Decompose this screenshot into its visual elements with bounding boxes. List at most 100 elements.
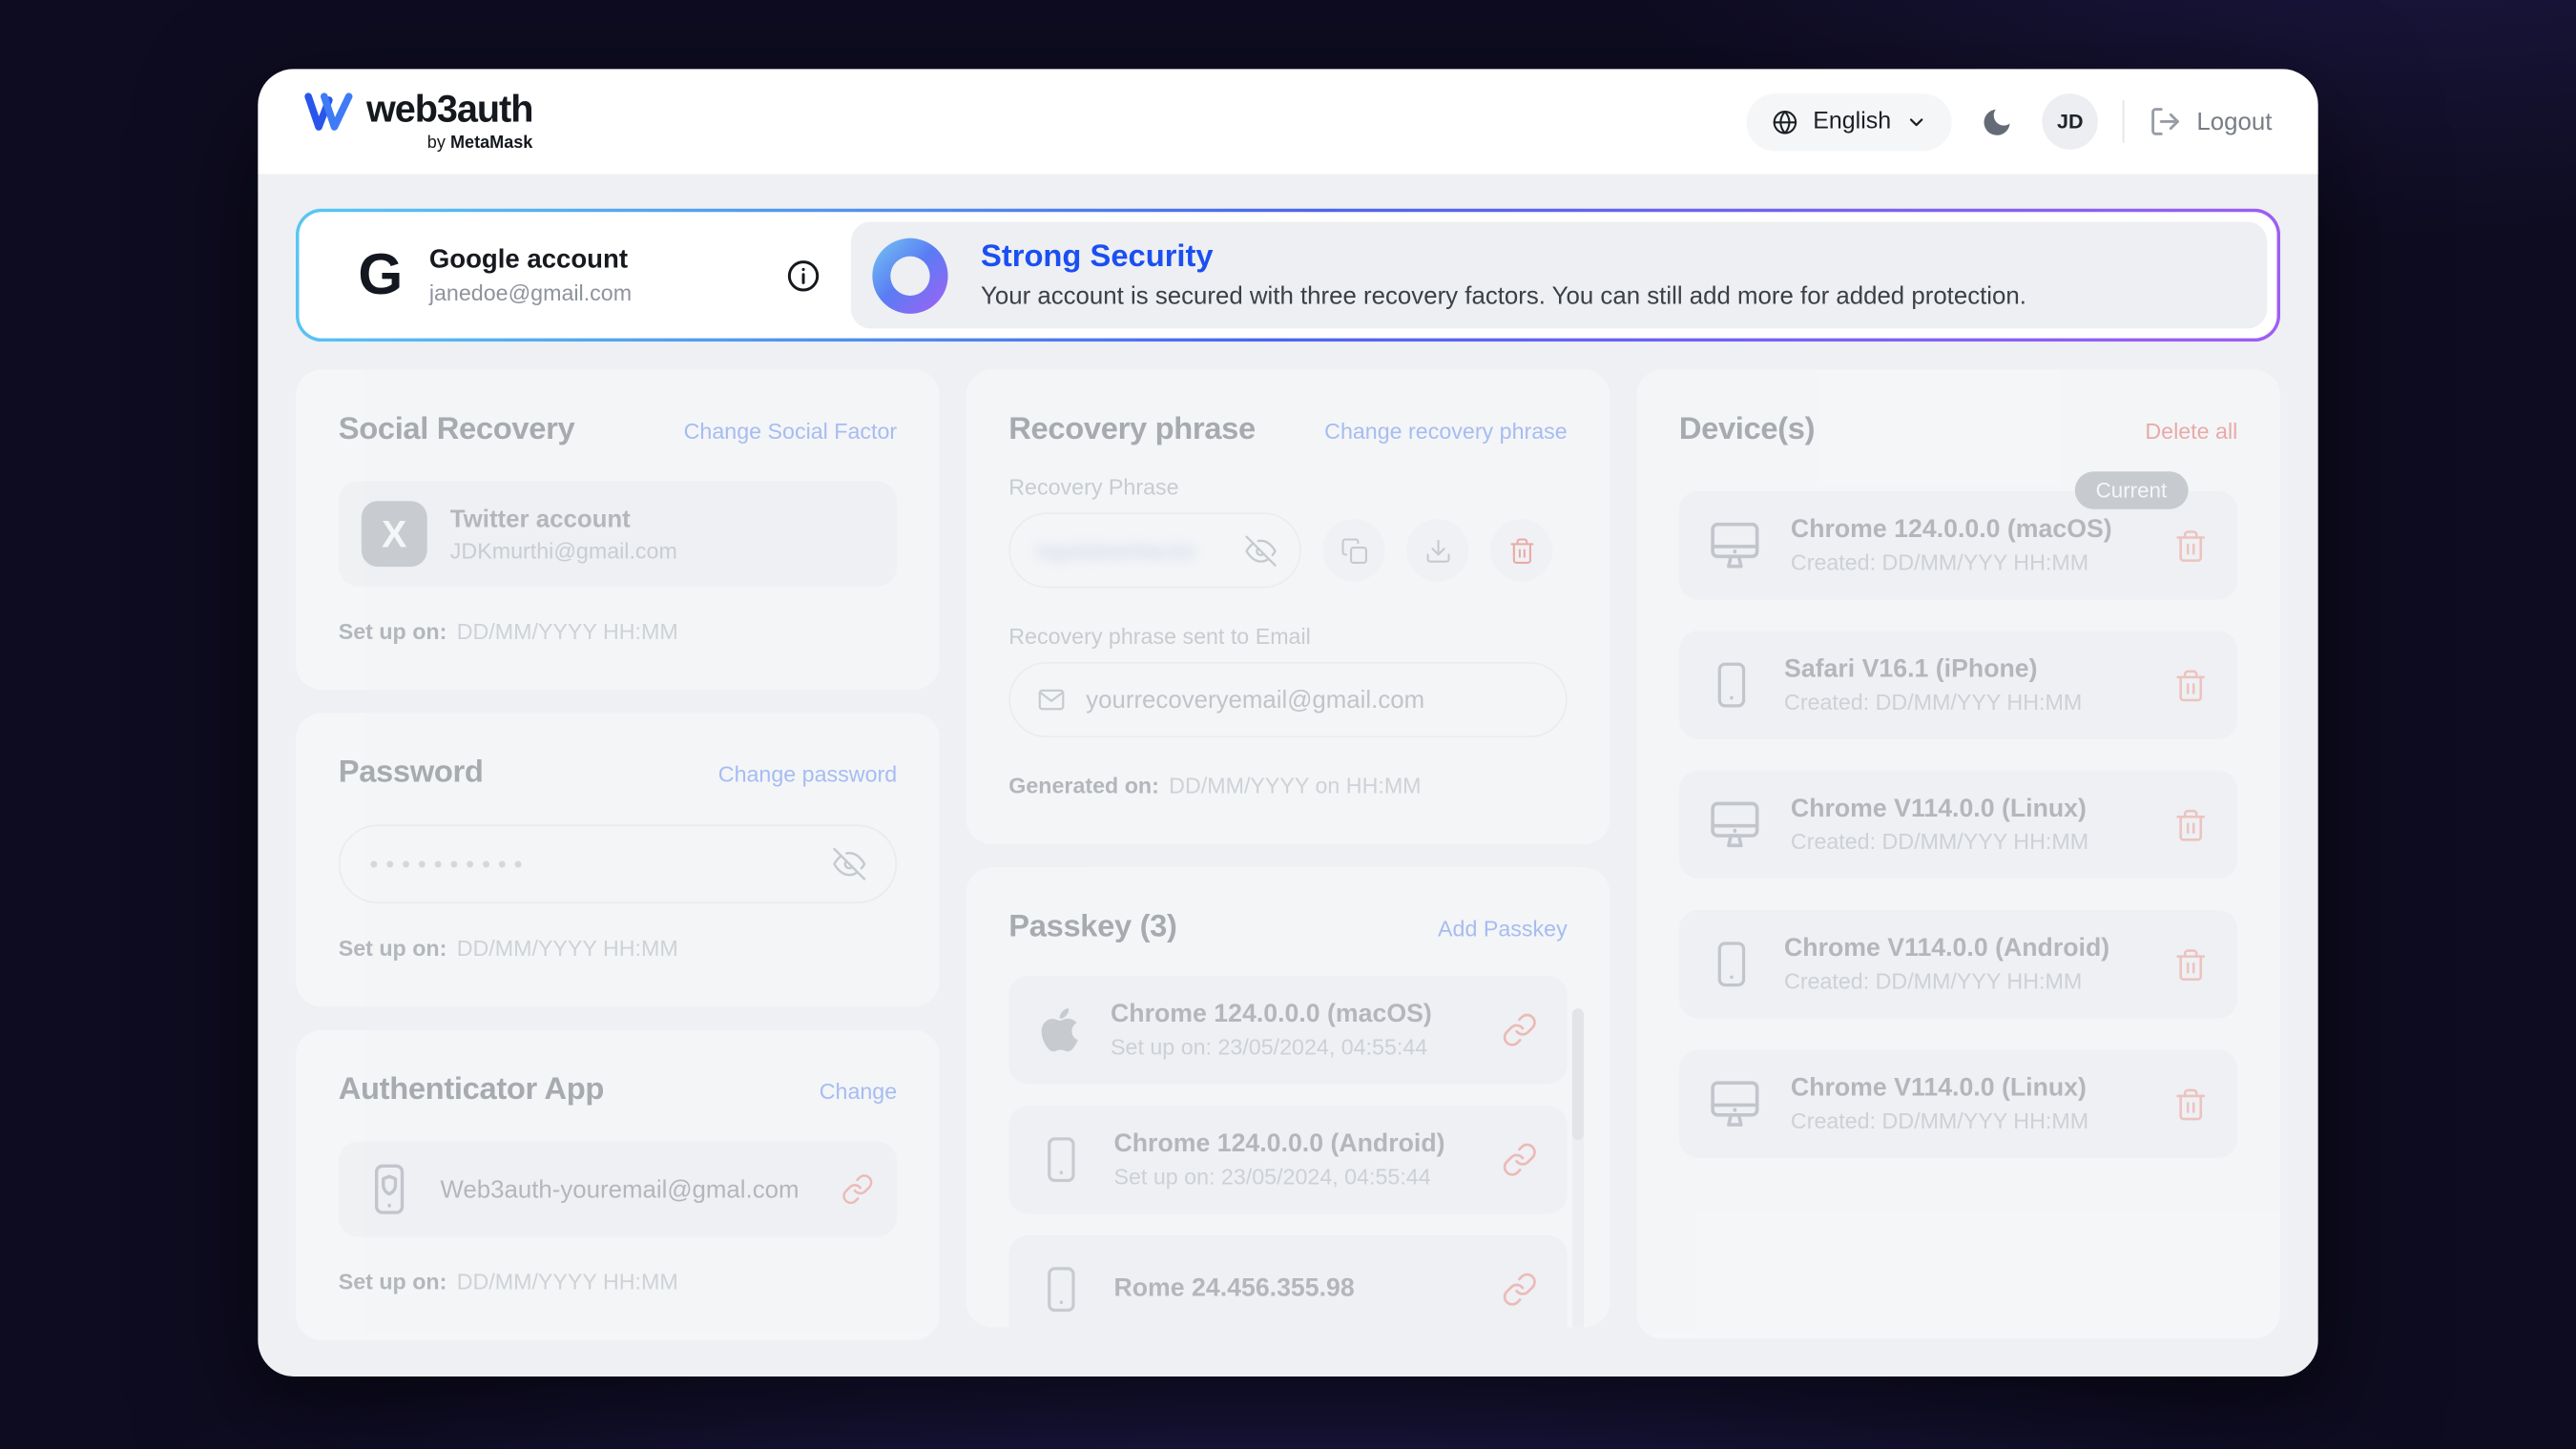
device-name: Chrome V114.0.0 (Linux) <box>1791 795 2088 824</box>
trash-icon <box>2173 668 2208 702</box>
passkey-card: Passkey (3) Add Passkey Chrome 124.0.0.0… <box>966 867 1610 1327</box>
unlink-passkey-button[interactable] <box>1502 1272 1538 1308</box>
app-window: web3auth by MetaMask English JD Logout <box>258 69 2317 1377</box>
change-recovery-phrase-link[interactable]: Change recovery phrase <box>1324 418 1568 443</box>
security-status-description: Your account is secured with three recov… <box>981 282 2026 310</box>
passkey-scrollbar-thumb[interactable] <box>1572 1008 1584 1140</box>
info-button[interactable] <box>785 257 821 293</box>
device-list-item: Current Chrome 124.0.0.0 (macOS) Created… <box>1679 491 2237 600</box>
trash-icon <box>2173 528 2208 563</box>
unlink-authenticator-button[interactable] <box>841 1172 874 1205</box>
info-icon <box>785 257 821 293</box>
smartphone-icon <box>1035 1263 1088 1315</box>
logout-icon <box>2149 105 2181 137</box>
authenticator-card: Authenticator App Change Web3auth-yourem… <box>296 1030 940 1340</box>
add-passkey-link[interactable]: Add Passkey <box>1438 916 1568 941</box>
moon-icon <box>1980 104 2014 138</box>
logout-label: Logout <box>2196 108 2272 135</box>
delete-device-button[interactable] <box>2173 528 2208 563</box>
header-divider <box>2123 100 2125 143</box>
security-status-title: Strong Security <box>981 239 2026 276</box>
passkey-setup-date: Set up on: 23/05/2024, 04:55:44 <box>1113 1165 1444 1190</box>
avatar[interactable]: JD <box>2043 93 2099 150</box>
authenticator-account-tile: Web3auth-youremail@gmal.com <box>339 1142 897 1237</box>
change-password-link[interactable]: Change password <box>718 761 897 786</box>
device-name: Chrome V114.0.0 (Android) <box>1784 935 2109 964</box>
download-phrase-button[interactable] <box>1406 519 1468 581</box>
social-recovery-title: Social Recovery <box>339 412 575 448</box>
delete-device-button[interactable] <box>2173 668 2208 702</box>
smartphone-icon <box>1705 658 1757 711</box>
device-created-date: Created: DD/MM/YYY HH:MM <box>1784 690 2082 714</box>
recovery-phrase-field[interactable]: hqzkdnel4wJsiwq <box>1008 512 1301 588</box>
logo-brand-text: web3auth <box>366 91 532 129</box>
account-email: janedoe@gmail.com <box>429 280 632 305</box>
passkey-name: Chrome 124.0.0.0 (Android) <box>1113 1130 1444 1160</box>
dark-mode-toggle[interactable] <box>1980 104 2014 138</box>
device-name: Chrome 124.0.0.0 (macOS) <box>1791 516 2112 546</box>
unlink-passkey-button[interactable] <box>1502 1142 1538 1178</box>
twitter-x-icon: X <box>362 501 427 567</box>
delete-device-button[interactable] <box>2173 807 2208 841</box>
security-status-panel: Strong Security Your account is secured … <box>851 221 2267 328</box>
logout-button[interactable]: Logout <box>2149 105 2272 137</box>
password-card: Password Change password •••••••••• Set … <box>296 713 940 1006</box>
recovery-phrase-card: Recovery phrase Change recovery phrase R… <box>966 369 1610 844</box>
recovery-email-field[interactable]: yourrecoveryemail@gmail.com <box>1008 662 1567 737</box>
password-field[interactable]: •••••••••• <box>339 824 897 903</box>
authenticator-account-email: Web3auth-youremail@gmal.com <box>440 1175 799 1203</box>
factors-grid: Social Recovery Change Social Factor X T… <box>296 369 2280 1340</box>
device-created-date: Created: DD/MM/YYY HH:MM <box>1791 550 2112 575</box>
device-list-item: Safari V16.1 (iPhone) Created: DD/MM/YYY… <box>1679 631 2237 739</box>
recovery-phrase-row: hqzkdnel4wJsiwq <box>1008 512 1567 588</box>
apple-icon <box>1035 1005 1085 1055</box>
smartphone-icon <box>1035 1133 1088 1186</box>
web3auth-logo: web3auth by MetaMask <box>304 91 533 153</box>
trash-icon <box>2173 1087 2208 1121</box>
smartphone-icon <box>1705 938 1757 990</box>
link-icon <box>1502 1142 1538 1178</box>
link-icon <box>1502 1272 1538 1308</box>
device-created-date: Created: DD/MM/YYY HH:MM <box>1791 830 2088 855</box>
devices-card: Device(s) Delete all Current Chrome 124.… <box>1636 369 2280 1338</box>
copy-phrase-button[interactable] <box>1322 519 1384 581</box>
desktop-icon <box>1705 1074 1764 1133</box>
delete-device-button[interactable] <box>2173 947 2208 982</box>
link-icon <box>1502 1012 1538 1048</box>
unlink-passkey-button[interactable] <box>1502 1012 1538 1048</box>
web3auth-logo-icon <box>304 91 354 141</box>
trash-icon <box>1507 536 1535 564</box>
delete-device-button[interactable] <box>2173 1087 2208 1121</box>
copy-icon <box>1340 536 1367 564</box>
right-column: Device(s) Delete all Current Chrome 124.… <box>1636 369 2280 1338</box>
device-name: Chrome V114.0.0 (Linux) <box>1791 1074 2088 1104</box>
authenticator-setup-row: Set up on:DD/MM/YYYY HH:MM <box>339 1270 897 1294</box>
app-header: web3auth by MetaMask English JD Logout <box>258 69 2317 174</box>
passkey-list-item: Chrome 124.0.0.0 (Android) Set up on: 23… <box>1008 1106 1567 1214</box>
twitter-account-tile: X Twitter account JDKmurthi@gmail.com <box>339 482 897 587</box>
delete-phrase-button[interactable] <box>1490 519 1552 581</box>
passkey-list: Chrome 124.0.0.0 (macOS) Set up on: 23/0… <box>1008 976 1567 1327</box>
toggle-password-visibility-button[interactable] <box>833 848 865 880</box>
language-selector[interactable]: English <box>1746 93 1952 150</box>
current-badge: Current <box>2074 471 2188 509</box>
desktop-icon <box>1705 795 1764 854</box>
device-created-date: Created: DD/MM/YYY HH:MM <box>1791 1108 2088 1133</box>
logo-byline: by MetaMask <box>427 133 533 153</box>
app-body: G Google account janedoe@gmail.com Stron… <box>258 175 2317 1341</box>
left-column: Social Recovery Change Social Factor X T… <box>296 369 940 1340</box>
twitter-account-email: JDKmurthi@gmail.com <box>450 538 677 563</box>
passkey-list-item: Rome 24.456.355.98 <box>1008 1235 1567 1327</box>
devices-title: Device(s) <box>1679 412 1815 448</box>
globe-icon <box>1770 108 1797 135</box>
chevron-down-icon <box>1906 111 1927 132</box>
recovery-phrase-obscured-value: hqzkdnel4wJsiwq <box>1037 538 1195 563</box>
google-icon: G <box>358 246 403 303</box>
trash-icon <box>2173 947 2208 982</box>
toggle-phrase-visibility-button[interactable] <box>1245 534 1277 566</box>
authenticator-title: Authenticator App <box>339 1072 604 1108</box>
change-social-factor-link[interactable]: Change Social Factor <box>684 418 898 443</box>
delete-all-devices-link[interactable]: Delete all <box>2145 418 2237 443</box>
change-authenticator-link[interactable]: Change <box>820 1078 897 1103</box>
device-list: Current Chrome 124.0.0.0 (macOS) Created… <box>1679 491 2237 1158</box>
